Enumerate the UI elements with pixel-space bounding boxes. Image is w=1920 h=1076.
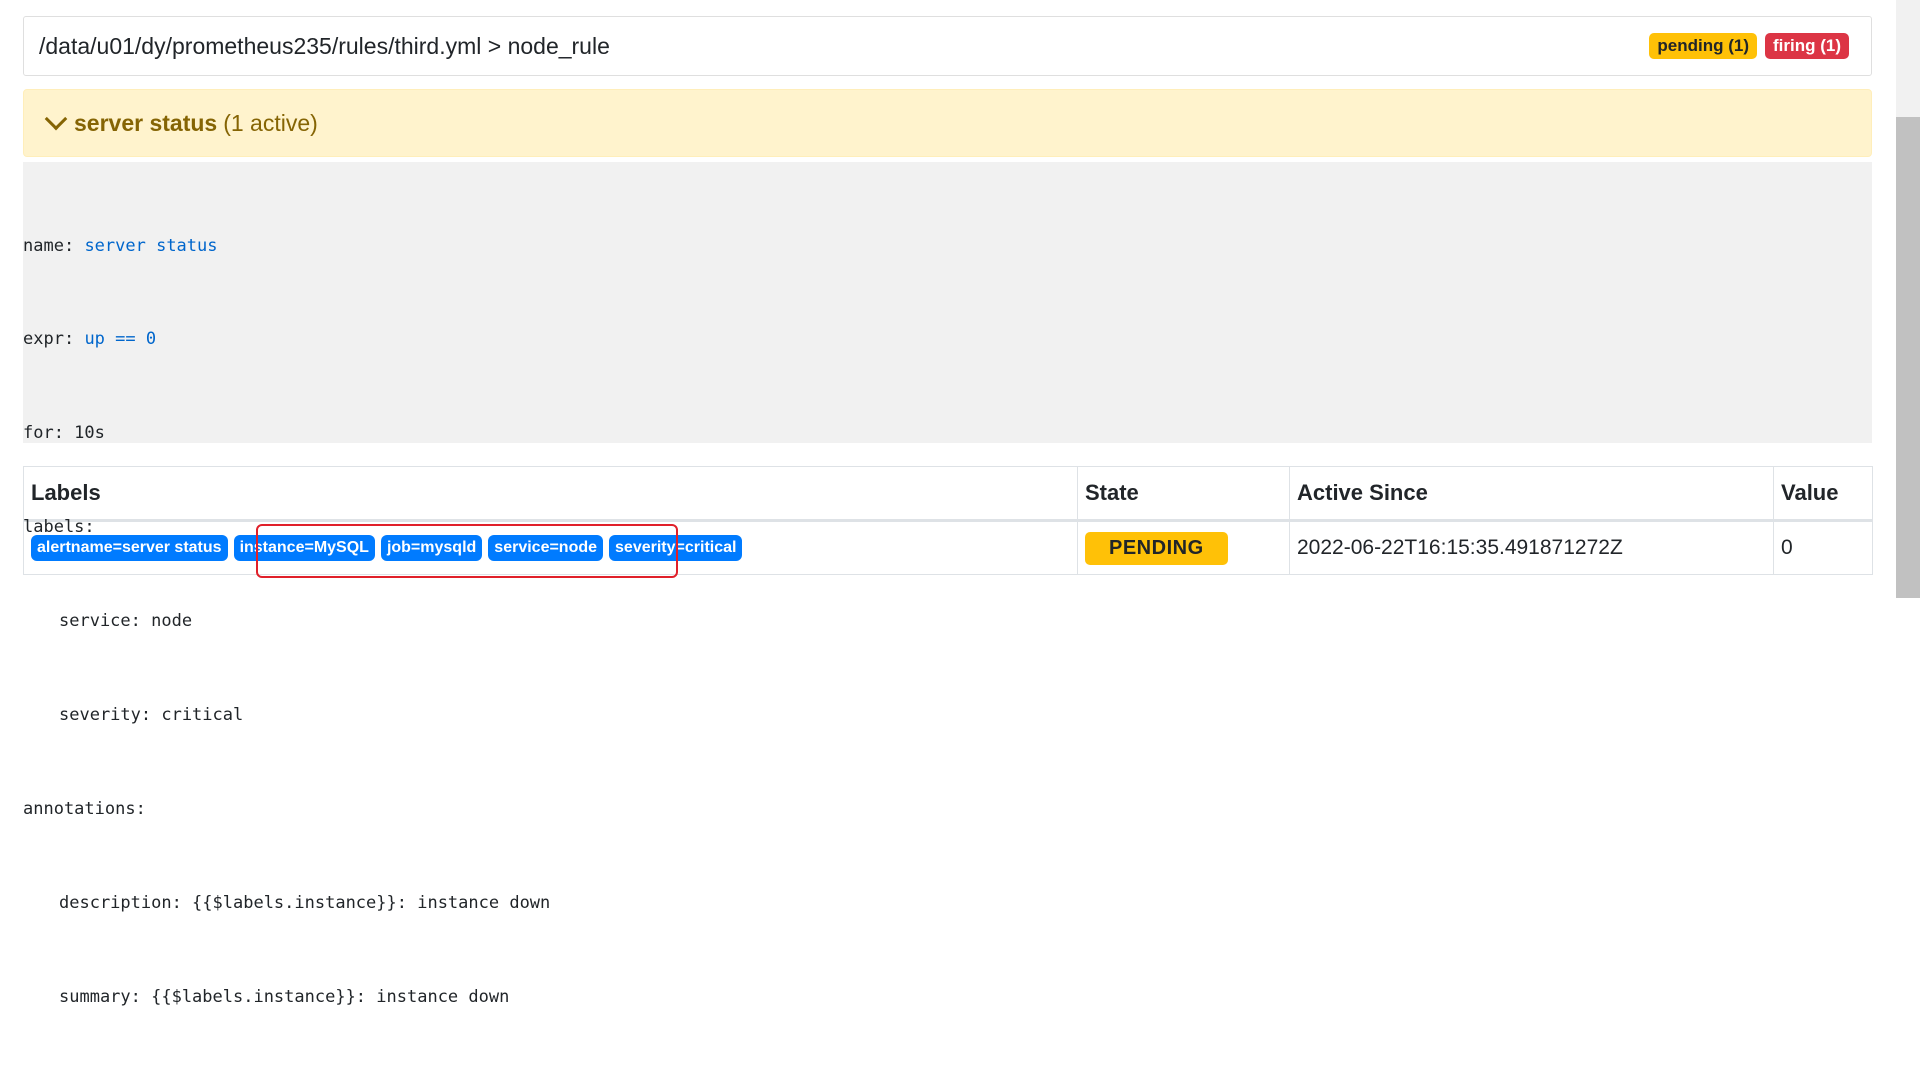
scrollbar-thumb[interactable] [1896, 117, 1920, 598]
state-cell: PENDING [1077, 520, 1290, 575]
header-active-since: Active Since [1289, 466, 1774, 522]
rule-annotations-key: annotations: [23, 798, 146, 819]
active-alerts-table: Labels State Active Since Value alertnam… [23, 466, 1873, 578]
table-header-row: Labels State Active Since Value [23, 466, 1873, 522]
table-row: alertname=server status instance=MySQL j… [23, 520, 1873, 578]
header-state: State [1077, 466, 1290, 522]
rule-group: /data/u01/dy/prometheus235/rules/third.y… [23, 16, 1873, 1007]
group-status-badges: pending (1) firing (1) [1649, 33, 1849, 59]
alert-active-count: (1 active) [223, 109, 318, 136]
label-badge-instance: instance=MySQL [233, 535, 375, 561]
label-badge-alertname: alertname=server status [31, 535, 228, 561]
rule-label-severity: severity: critical [59, 705, 244, 726]
alert-rule-name: server status [74, 109, 218, 136]
chevron-down-icon [44, 107, 68, 131]
pending-count-badge: pending (1) [1649, 33, 1757, 59]
label-badge-job: job=mysqld [380, 535, 483, 561]
header-value: Value [1773, 466, 1873, 522]
rule-annotation-description: description: {{$labels.instance}}: insta… [59, 892, 551, 913]
value-cell: 0 [1773, 520, 1873, 575]
firing-count-badge: firing (1) [1765, 33, 1849, 59]
vertical-scrollbar[interactable] [1896, 0, 1920, 598]
rule-label-service: service: node [59, 611, 193, 632]
rule-expr-line: expr: up == 0 [23, 329, 157, 350]
label-badge-list: alertname=server status instance=MySQL j… [31, 535, 1070, 561]
rule-for-line: for: 10s [23, 423, 105, 444]
rule-file-path: /data/u01/dy/prometheus235/rules/third.y… [39, 32, 610, 59]
state-badge: PENDING [1085, 531, 1228, 565]
rule-name-value: server status [84, 235, 218, 256]
label-badge-severity: severity=critical [609, 535, 743, 561]
rule-expr-link[interactable]: up == 0 [84, 329, 156, 349]
labels-cell: alertname=server status instance=MySQL j… [23, 520, 1078, 578]
active-since-cell: 2022-06-22T16:15:35.491871272Z [1289, 520, 1774, 575]
rule-name-line: name: server status [23, 235, 218, 256]
rule-definition: name: server status expr: up == 0 for: 1… [23, 162, 1872, 1007]
header-labels: Labels [23, 466, 1078, 522]
rule-annotation-summary: summary: {{$labels.instance}}: instance … [59, 986, 510, 1007]
rule-group-header: /data/u01/dy/prometheus235/rules/third.y… [23, 16, 1872, 76]
alert-rule-toggle[interactable]: server status (1 active) [23, 89, 1872, 157]
label-badge-service: service=node [488, 535, 604, 561]
